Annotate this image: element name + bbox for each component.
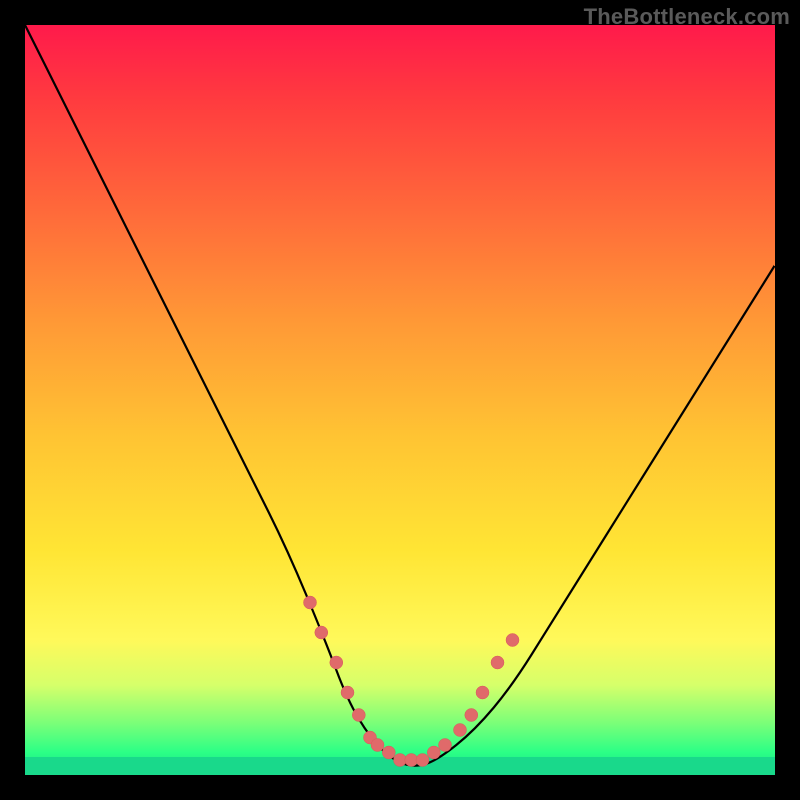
data-point [454, 724, 467, 737]
data-point [341, 686, 354, 699]
data-point [465, 709, 478, 722]
chart-svg [25, 25, 775, 775]
data-points-group [304, 596, 520, 767]
data-point [315, 626, 328, 639]
data-point [506, 634, 519, 647]
plot-area [25, 25, 775, 775]
data-point [427, 746, 440, 759]
bottleneck-curve [25, 25, 775, 766]
data-point [382, 746, 395, 759]
data-point [352, 709, 365, 722]
data-point [304, 596, 317, 609]
data-point [330, 656, 343, 669]
data-point [416, 754, 429, 767]
data-point [491, 656, 504, 669]
data-point [371, 739, 384, 752]
data-point [476, 686, 489, 699]
data-point [439, 739, 452, 752]
watermark-text: TheBottleneck.com [584, 4, 790, 30]
